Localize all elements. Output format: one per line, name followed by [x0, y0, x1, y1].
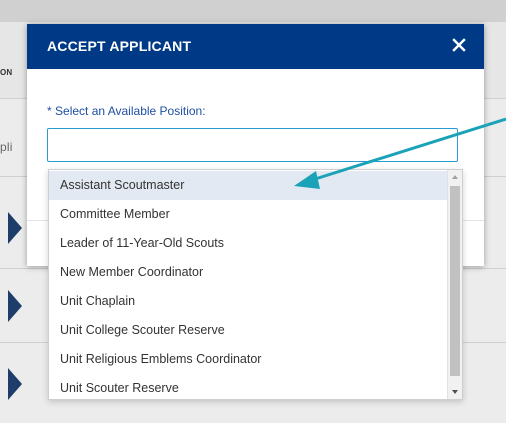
- dropdown-option[interactable]: Unit Scouter Reserve: [49, 374, 447, 399]
- scroll-up-arrow-icon[interactable]: [452, 175, 458, 179]
- modal-title: ACCEPT APPLICANT: [47, 38, 192, 54]
- background-chevron-icon: [8, 290, 22, 322]
- background-top-bar: [0, 0, 506, 22]
- dropdown-option[interactable]: Assistant Scoutmaster: [49, 171, 447, 200]
- dropdown-option[interactable]: New Member Coordinator: [49, 258, 447, 287]
- background-chevron-icon: [8, 212, 22, 244]
- position-dropdown-list: Assistant Scoutmaster Committee Member Lea…: [48, 169, 463, 400]
- dropdown-option[interactable]: Unit College Scouter Reserve: [49, 316, 447, 345]
- required-mark: *: [47, 104, 52, 118]
- background-chevron-icon: [8, 368, 22, 400]
- dropdown-option[interactable]: Leader of 11-Year-Old Scouts: [49, 229, 447, 258]
- background-label-top: ON: [0, 68, 13, 77]
- position-select[interactable]: [47, 128, 458, 162]
- modal-header: ACCEPT APPLICANT: [27, 24, 484, 69]
- position-field-label: * Select an Available Position:: [47, 104, 206, 118]
- scroll-down-arrow-icon[interactable]: [452, 390, 458, 394]
- background-label-mid: pli: [0, 140, 13, 154]
- dropdown-scrollbar[interactable]: [447, 170, 462, 399]
- scroll-thumb[interactable]: [450, 186, 460, 376]
- position-field-label-text: Select an Available Position:: [55, 104, 206, 118]
- dropdown-option[interactable]: Unit Religious Emblems Coordinator: [49, 345, 447, 374]
- dropdown-option[interactable]: Committee Member: [49, 200, 447, 229]
- dropdown-option[interactable]: Unit Chaplain: [49, 287, 447, 316]
- close-icon[interactable]: [450, 36, 468, 54]
